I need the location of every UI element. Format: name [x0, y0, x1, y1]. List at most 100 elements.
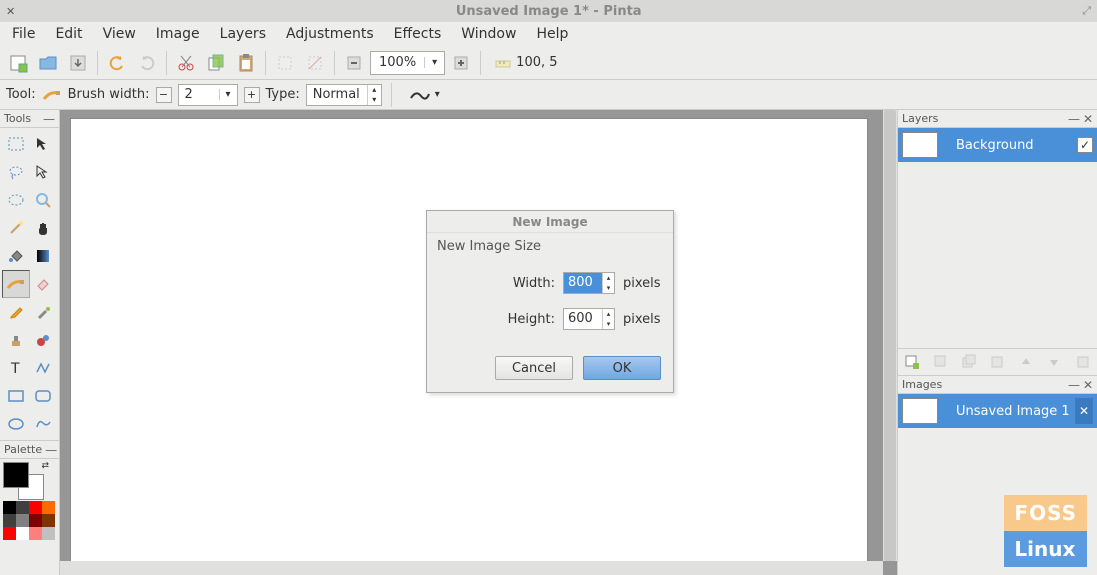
zoom-combo[interactable]: 100% ▾	[370, 51, 445, 75]
zoom-dropdown-icon[interactable]: ▾	[424, 57, 444, 68]
pan-tool[interactable]	[30, 214, 58, 242]
add-layer-button[interactable]	[902, 352, 922, 372]
palette-color[interactable]	[42, 501, 55, 514]
rectangle-select-tool[interactable]	[2, 130, 30, 158]
palette-color[interactable]	[29, 514, 42, 527]
crop-button[interactable]	[271, 49, 299, 77]
palette-color[interactable]	[42, 514, 55, 527]
window-close-icon[interactable]: ✕	[6, 5, 15, 18]
image-row[interactable]: Unsaved Image 1 ✕	[898, 394, 1097, 428]
ellipse-tool[interactable]	[2, 410, 30, 438]
pencil-tool[interactable]	[2, 298, 30, 326]
close-image-button[interactable]: ✕	[1075, 398, 1093, 424]
zoom-out-button[interactable]	[340, 49, 368, 77]
spin-up-icon[interactable]: ▴	[368, 85, 381, 95]
ellipse-select-tool[interactable]	[2, 186, 30, 214]
menu-image[interactable]: Image	[146, 23, 210, 45]
rectangle-tool[interactable]	[2, 382, 30, 410]
menu-effects[interactable]: Effects	[384, 23, 452, 45]
close-icon[interactable]: ✕	[1083, 112, 1093, 126]
copy-button[interactable]	[202, 49, 230, 77]
cut-button[interactable]	[172, 49, 200, 77]
chevron-down-icon[interactable]: ▾	[435, 89, 440, 100]
menu-file[interactable]: File	[2, 23, 45, 45]
cursor-coordinates: 100, 5	[494, 54, 557, 72]
new-file-button[interactable]	[4, 49, 32, 77]
main-toolbar: 100% ▾ 100, 5	[0, 46, 1097, 80]
paintbrush-tool[interactable]	[2, 270, 30, 298]
move-layer-down-button[interactable]	[1044, 352, 1064, 372]
spin-up-icon[interactable]: ▴	[603, 273, 614, 283]
palette-color[interactable]	[3, 514, 16, 527]
text-tool[interactable]: T	[2, 354, 30, 382]
recolor-tool[interactable]	[30, 326, 58, 354]
palette-color[interactable]	[42, 527, 55, 540]
palette-color[interactable]	[3, 501, 16, 514]
move-layer-up-button[interactable]	[1016, 352, 1036, 372]
brush-width-decrease[interactable]: −	[156, 87, 172, 103]
palette-color[interactable]	[16, 501, 29, 514]
color-picker-tool[interactable]	[30, 298, 58, 326]
line-tool[interactable]	[30, 354, 58, 382]
vertical-scrollbar[interactable]	[883, 110, 897, 561]
open-file-button[interactable]	[34, 49, 62, 77]
horizontal-scrollbar[interactable]	[60, 561, 883, 575]
chevron-down-icon[interactable]: ▾	[219, 89, 237, 100]
paste-button[interactable]	[232, 49, 260, 77]
lasso-select-tool[interactable]	[2, 158, 30, 186]
zoom-in-button[interactable]	[447, 49, 475, 77]
cancel-button[interactable]: Cancel	[495, 356, 573, 380]
window-maximize-icon[interactable]: ⤢	[1082, 4, 1091, 18]
delete-layer-button[interactable]	[931, 352, 951, 372]
palette-color[interactable]	[16, 514, 29, 527]
menu-window[interactable]: Window	[451, 23, 526, 45]
magic-wand-tool[interactable]	[2, 214, 30, 242]
layer-row[interactable]: Background ✓	[898, 128, 1097, 162]
minimize-icon[interactable]: —	[45, 443, 57, 457]
spin-down-icon[interactable]: ▾	[603, 283, 614, 293]
palette-color[interactable]	[29, 501, 42, 514]
spin-down-icon[interactable]: ▾	[368, 95, 381, 105]
minimize-icon[interactable]: —	[1068, 378, 1080, 392]
gradient-tool[interactable]	[30, 242, 58, 270]
spin-up-icon[interactable]: ▴	[603, 309, 614, 319]
ruler-icon	[494, 54, 512, 72]
width-input[interactable]: 800 ▴▾	[563, 272, 615, 294]
layer-properties-button[interactable]	[1073, 352, 1093, 372]
paint-bucket-tool[interactable]	[2, 242, 30, 270]
freeform-shape-tool[interactable]	[30, 410, 58, 438]
fg-bg-color-swatch[interactable]: ⇄	[3, 462, 47, 498]
foreground-color[interactable]	[3, 462, 29, 488]
save-file-button[interactable]	[64, 49, 92, 77]
menu-adjustments[interactable]: Adjustments	[276, 23, 384, 45]
merge-layer-button[interactable]	[987, 352, 1007, 372]
minimize-icon[interactable]: —	[1068, 112, 1080, 126]
move-selected-tool[interactable]	[30, 130, 58, 158]
eraser-tool[interactable]	[30, 270, 58, 298]
palette-color[interactable]	[29, 527, 42, 540]
minimize-icon[interactable]: —	[43, 112, 55, 126]
deselect-button[interactable]	[301, 49, 329, 77]
redo-button[interactable]	[133, 49, 161, 77]
zoom-tool[interactable]	[30, 186, 58, 214]
palette-color[interactable]	[3, 527, 16, 540]
height-input[interactable]: 600 ▴▾	[563, 308, 615, 330]
undo-button[interactable]	[103, 49, 131, 77]
duplicate-layer-button[interactable]	[959, 352, 979, 372]
menu-edit[interactable]: Edit	[45, 23, 92, 45]
rounded-rectangle-tool[interactable]	[30, 382, 58, 410]
close-icon[interactable]: ✕	[1083, 378, 1093, 392]
menu-view[interactable]: View	[93, 23, 146, 45]
brush-type-combo[interactable]: Normal ▴▾	[306, 84, 382, 106]
layer-visibility-checkbox[interactable]: ✓	[1077, 137, 1093, 153]
menu-layers[interactable]: Layers	[210, 23, 276, 45]
move-selection-tool[interactable]	[30, 158, 58, 186]
ok-button[interactable]: OK	[583, 356, 661, 380]
brush-width-increase[interactable]: +	[244, 87, 260, 103]
clone-stamp-tool[interactable]	[2, 326, 30, 354]
spin-down-icon[interactable]: ▾	[603, 319, 614, 329]
swap-colors-icon[interactable]: ⇄	[41, 461, 49, 471]
brush-width-input[interactable]: 2 ▾	[178, 84, 238, 106]
menu-help[interactable]: Help	[526, 23, 578, 45]
palette-color[interactable]	[16, 527, 29, 540]
